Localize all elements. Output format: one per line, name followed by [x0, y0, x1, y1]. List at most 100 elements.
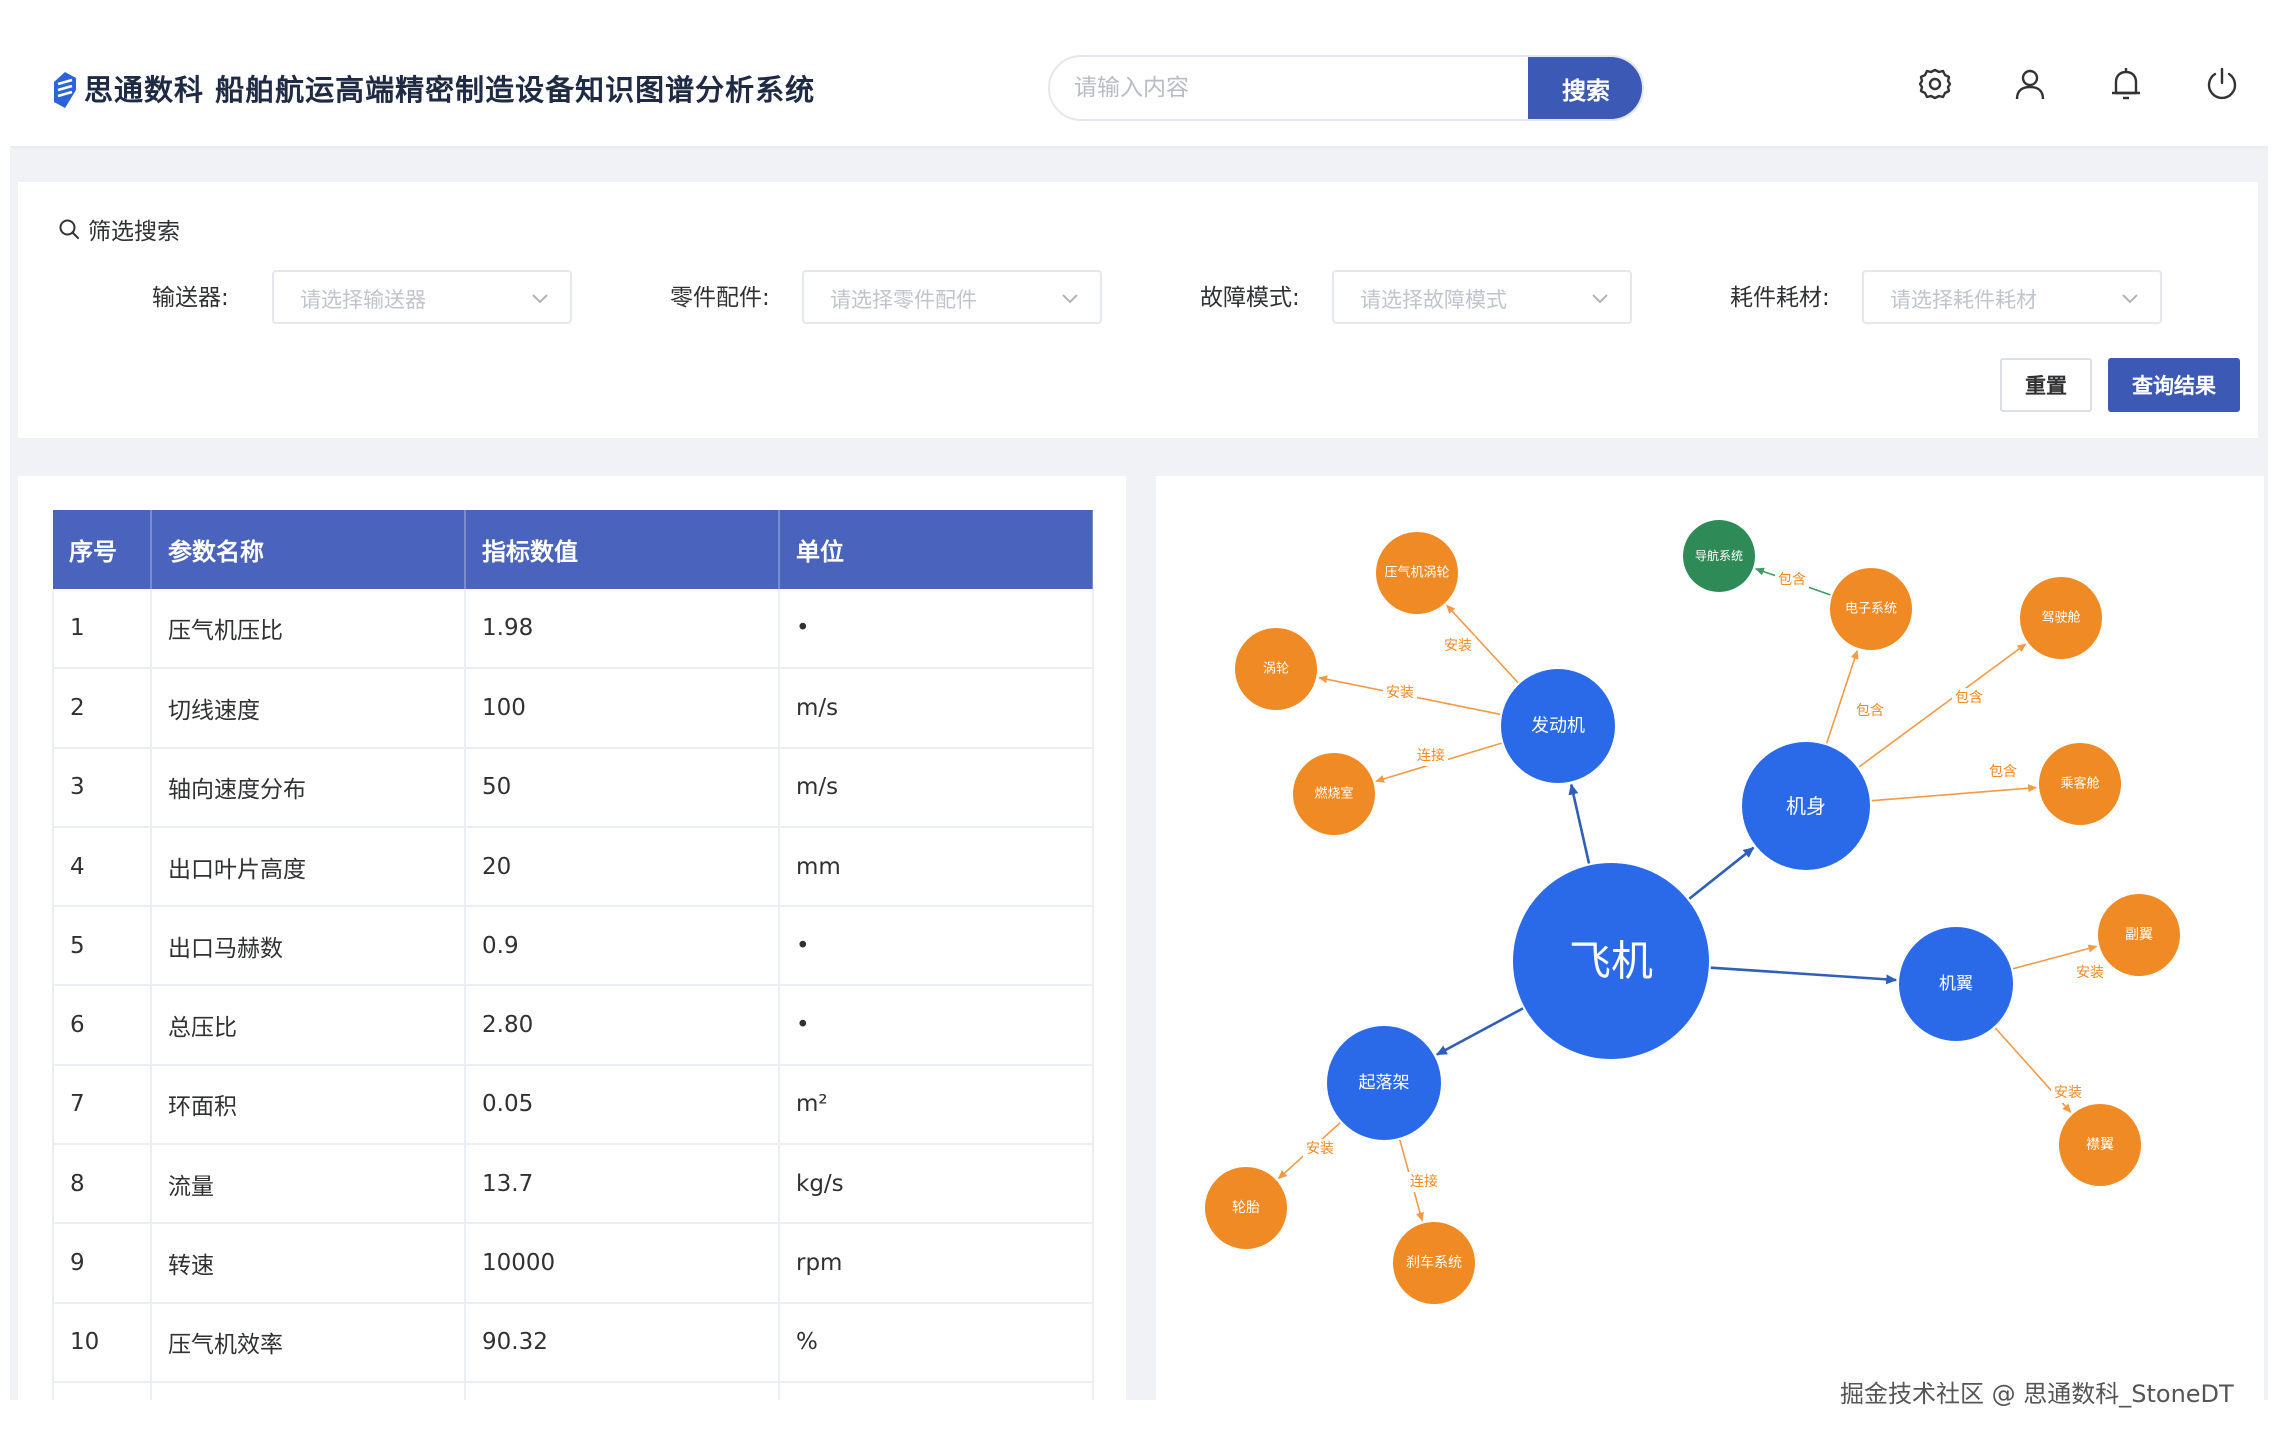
col-header-value: 指标数值 — [465, 510, 780, 589]
search-input[interactable] — [1074, 57, 1514, 119]
cell-value: 100 — [465, 668, 780, 749]
cell-value: 1.98 — [465, 589, 780, 670]
cell-value: 90.32 — [465, 1302, 780, 1383]
table-row[interactable]: 6 总压比 2.80 • — [52, 985, 1094, 1066]
cell-unit: kg/s — [779, 1144, 1094, 1225]
query-button[interactable]: 查询结果 — [2108, 358, 2240, 412]
search-box: 搜索 — [1048, 55, 1644, 121]
cell-value: 0.9 — [465, 906, 780, 987]
conveyor-select[interactable]: 请选择输送器 — [272, 270, 572, 324]
filter-label-fault: 故障模式: — [1200, 285, 1300, 311]
graph-edge-label-electronic-nav: 包含 — [1778, 572, 1806, 588]
bell-icon[interactable] — [2107, 65, 2145, 103]
graph-edge-body-cabin — [1871, 784, 2038, 802]
user-icon[interactable] — [2011, 65, 2049, 103]
cell-index: 9 — [52, 1223, 152, 1304]
graph-edge-plane-body — [1688, 846, 1755, 900]
cell-value: 50 — [465, 747, 780, 828]
graph-node-label-tire: 轮胎 — [1232, 1200, 1260, 1216]
cell-index: 5 — [52, 906, 152, 987]
settings-icon[interactable] — [1916, 65, 1954, 103]
table-row[interactable]: 7 环面积 0.05 m² — [52, 1064, 1094, 1146]
graph-node-label-brake: 刹车系统 — [1406, 1254, 1462, 1271]
cell-unit: rpm — [779, 1223, 1094, 1304]
table-row[interactable]: 1 压气机压比 1.98 • — [52, 589, 1094, 670]
graph-edge-label-body-cabin: 包含 — [1989, 764, 2017, 780]
graph-node-label-body: 机身 — [1786, 794, 1826, 818]
cell-unit: m/s — [779, 668, 1094, 749]
consumables-select-placeholder: 请选择耗件耗材 — [1890, 288, 2037, 312]
search-button[interactable]: 搜索 — [1528, 57, 1642, 119]
cell-index: 6 — [52, 985, 152, 1066]
cell-unit: • — [779, 906, 1094, 987]
table-row[interactable]: 3 轴向速度分布 50 m/s — [52, 747, 1094, 828]
cell-index: 3 — [52, 747, 152, 828]
cell-unit: m² — [779, 1064, 1094, 1146]
filter-label-conveyor: 输送器: — [152, 285, 229, 311]
table-row[interactable]: 9 转速 10000 rpm — [52, 1223, 1094, 1304]
table-header-row: 序号 参数名称 指标数值 单位 — [53, 510, 1094, 589]
cell-value: 0.05 — [465, 1064, 780, 1146]
graph-node-label-flap: 襟翼 — [2086, 1137, 2114, 1153]
cell-unit: • — [779, 985, 1094, 1066]
filter-title: 筛选搜索 — [58, 212, 180, 246]
graph-node-label-aileron: 副翼 — [2125, 927, 2153, 943]
app-window: 思通数科 船舶航运高端精密制造设备知识图谱分析系统 搜索 — [10, 28, 2268, 1400]
chevron-down-icon — [532, 294, 548, 304]
cell-value: 13.7 — [465, 1144, 780, 1225]
table-row[interactable]: 10 压气机效率 90.32% — [52, 1302, 1094, 1383]
consumables-select[interactable]: 请选择耗件耗材 — [1862, 270, 2162, 324]
graph-edge-label-wing-aileron: 安装 — [2076, 965, 2104, 981]
chevron-down-icon — [2122, 294, 2138, 304]
conveyor-select-placeholder: 请选择输送器 — [300, 288, 426, 312]
fault-mode-select[interactable]: 请选择故障模式 — [1332, 270, 1632, 324]
app-title: 思通数科 船舶航运高端精密制造设备知识图谱分析系统 — [84, 73, 816, 107]
graph-edge-label-body-electronic: 包含 — [1856, 703, 1884, 719]
cell-value: 10000 — [465, 1223, 780, 1304]
table-row[interactable]: 2 切线速度 100 m/s — [52, 668, 1094, 749]
graph-node-label-cockpit: 驾驶舱 — [2041, 611, 2080, 626]
graph-edge-body-electronic — [1825, 649, 1859, 744]
cell-param-name: 压气机效率 — [151, 1302, 466, 1383]
cell-index: 10 — [52, 1302, 152, 1383]
graph-edge-plane-gear — [1435, 1007, 1524, 1056]
cell-unit: m/s — [779, 747, 1094, 828]
power-icon[interactable] — [2203, 65, 2241, 103]
table-row[interactable]: 5 出口马赫数 0.9 • — [52, 906, 1094, 987]
graph-node-label-cabin: 乘客舱 — [2060, 776, 2099, 792]
graph-edge-label-engine-combustor: 连接 — [1417, 747, 1445, 764]
knowledge-graph[interactable]: 安装安装连接包含包含包含包含安装安装安装连接 飞机发动机机身机翼起落架压气机涡轮… — [1156, 476, 2264, 1400]
col-header-index: 序号 — [53, 510, 152, 589]
reset-button[interactable]: 重置 — [2000, 358, 2092, 412]
cell-param-name: 环面积 — [151, 1064, 466, 1146]
cell-param-name: 轴向速度分布 — [151, 747, 466, 828]
graph-node-label-wing: 机翼 — [1939, 974, 1973, 994]
cell-param-name: 转速 — [151, 1223, 466, 1304]
graph-node-label-gear: 起落架 — [1359, 1073, 1410, 1093]
graph-node-label-turbine2: 压气机涡轮 — [1384, 565, 1449, 581]
cell-param-name: 流量 — [151, 1144, 466, 1225]
cell-index: 7 — [52, 1064, 152, 1146]
parameter-table-panel: 序号 参数名称 指标数值 单位 1 压气机压比 1.98 • 2 切线速度 100 m/s … — [18, 476, 1126, 1400]
cell-param-name: 压气机压比 — [151, 589, 466, 670]
col-header-unit: 单位 — [779, 510, 1094, 589]
graph-node-label-engine: 发动机 — [1531, 716, 1585, 737]
graph-edge-label-body-cockpit: 包含 — [1955, 690, 1983, 706]
cell-index: 8 — [52, 1144, 152, 1225]
graph-node-label-nav: 导航系统 — [1695, 548, 1743, 563]
knowledge-graph-panel: 安装 安装 连接 包含 包含 包含 包含 安装 安装 安装 连接 飞机 发动机 机身 机翼 起落架 压气机涡轮… — [1156, 476, 2264, 1400]
graph-edge-label-engine-turbine2: 安装 — [1444, 638, 1472, 654]
watermark: 掘金技术社区 @ 思通数科_StoneDT — [1840, 1380, 2234, 1408]
parts-select[interactable]: 请选择零件配件 — [802, 270, 1102, 324]
cell-value: 20 — [465, 826, 780, 908]
chevron-down-icon — [1062, 294, 1078, 304]
graph-edge-plane-engine — [1568, 783, 1591, 864]
table-row[interactable]: 8 流量 13.7 kg/s — [52, 1144, 1094, 1225]
chevron-down-icon — [1592, 294, 1608, 304]
graph-node-label-plane: 飞机 — [1569, 937, 1653, 986]
cell-param-name: 总压比 — [151, 985, 466, 1066]
table-row[interactable]: 4 出口叶片高度 20 mm — [52, 826, 1094, 908]
cell-unit: mm — [779, 826, 1094, 908]
table-row — [52, 1381, 1094, 1400]
cell-param-name: 出口叶片高度 — [151, 826, 466, 908]
